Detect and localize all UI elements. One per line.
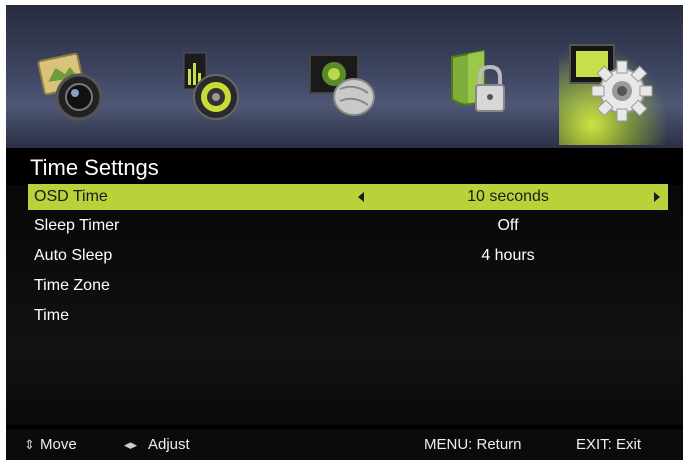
menu-row-value: Off [497,217,519,234]
arrow-right-icon[interactable] [654,192,660,202]
tab-channel[interactable] [300,39,390,129]
picture-icon [37,52,103,121]
menu-row-auto-sleep[interactable]: Auto Sleep 4 hours [28,243,668,269]
menu-tab-bar [6,5,683,148]
tab-sound[interactable] [166,39,256,129]
menu-row-label: Sleep Timer [34,217,120,234]
menu-row-time[interactable]: Time [28,303,668,329]
menu-row-osd-time[interactable]: OSD Time 10 seconds [28,184,668,210]
menu-row-label: Time [34,307,69,324]
page-title: Time Settngs [30,155,159,180]
arrow-left-icon[interactable] [358,192,364,202]
sound-icon [183,52,239,120]
hint-exit: EXIT: Exit [576,436,642,453]
tab-setup[interactable] [566,35,656,125]
footer-hint-bar: ⇕ Move ◂▸ Adjust MENU: Return EXIT: Exit [6,429,683,460]
menu-row-value: 10 seconds [467,188,549,205]
hint-adjust: Adjust [148,436,190,453]
menu-row-label: OSD Time [34,188,108,205]
adjust-arrows-icon: ◂▸ [124,437,138,452]
menu-row-value: 4 hours [481,247,535,264]
move-arrows-icon: ⇕ [24,437,35,452]
tab-picture[interactable] [31,39,121,129]
tv-osd-screen: Time Settngs OSD Time 10 seconds Sleep T… [6,5,683,460]
tab-lock[interactable] [434,39,524,129]
setup-gear-icon [569,44,653,122]
hint-move: Move [40,436,77,453]
menu-row-label: Time Zone [34,277,110,294]
menu-row-sleep-timer[interactable]: Sleep Timer Off [28,213,668,239]
lock-icon [451,49,505,112]
menu-row-time-zone[interactable]: Time Zone [28,273,668,299]
channel-icon [309,54,375,116]
hint-menu-return: MENU: Return [424,436,522,453]
menu-row-label: Auto Sleep [34,247,113,264]
